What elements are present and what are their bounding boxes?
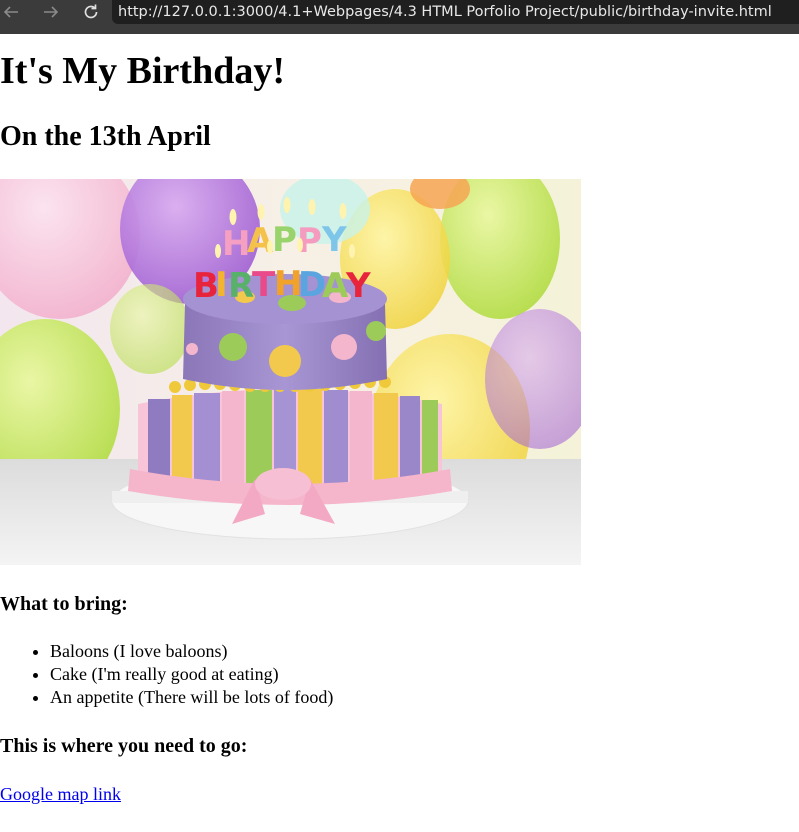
back-button[interactable] (0, 0, 22, 24)
svg-text:T: T (252, 265, 276, 305)
bring-list: Baloons (I love baloons) Cake (I'm reall… (50, 640, 333, 709)
location-heading: This is where you need to go: (0, 735, 248, 757)
page-title: It's My Birthday! (0, 50, 285, 92)
list-item: Cake (I'm really good at eating) (50, 663, 333, 686)
browser-toolbar: http://127.0.0.1:3000/4.1+Webpages/4.3 H… (0, 0, 799, 34)
google-map-link[interactable]: Google map link (0, 782, 121, 806)
forward-button[interactable] (40, 0, 62, 24)
svg-text:A: A (322, 266, 349, 306)
svg-text:P: P (272, 220, 297, 260)
svg-text:R: R (228, 266, 254, 306)
reload-button[interactable] (80, 0, 102, 24)
bring-heading: What to bring: (0, 593, 128, 615)
svg-text:Y: Y (345, 266, 371, 306)
arrow-right-icon (42, 4, 60, 20)
date-heading: On the 13th April (0, 121, 211, 152)
list-item: Baloons (I love baloons) (50, 640, 333, 663)
svg-text:Y: Y (321, 220, 347, 260)
svg-text:I: I (215, 265, 228, 305)
reload-icon (82, 3, 100, 21)
address-bar[interactable]: http://127.0.0.1:3000/4.1+Webpages/4.3 H… (112, 0, 799, 24)
birthday-cake-image: H A P P Y B I R T H D A Y (0, 179, 581, 565)
arrow-left-icon (2, 4, 20, 20)
list-item: An appetite (There will be lots of food) (50, 686, 333, 709)
